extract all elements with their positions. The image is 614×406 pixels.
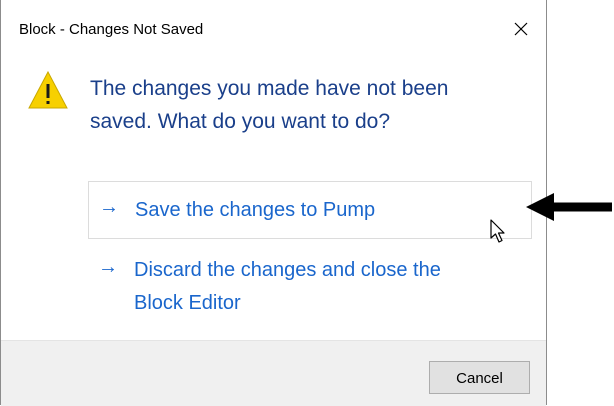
cancel-button[interactable]: Cancel [429, 361, 530, 394]
warning-icon [28, 70, 68, 109]
main-instruction: The changes you made have not been saved… [90, 72, 510, 138]
instruction-line-2: saved. What do you want to do? [90, 110, 391, 133]
save-changes-label: Save the changes to Pump [135, 199, 376, 221]
close-button[interactable] [506, 14, 536, 44]
discard-label-line-1: Discard the changes and close the [134, 259, 441, 281]
dialog-footer: Cancel [1, 340, 546, 406]
instruction-line-1: The changes you made have not been [90, 77, 449, 100]
mouse-cursor-icon [490, 219, 505, 243]
black-arrow-icon [526, 193, 612, 221]
title-bar: Block - Changes Not Saved [1, 0, 546, 52]
discard-label-line-2: Block Editor [134, 292, 241, 314]
window-title: Block - Changes Not Saved [19, 21, 204, 38]
discard-changes-command-link[interactable]: → Discard the changes and close the Bloc… [88, 250, 532, 322]
changes-not-saved-dialog: Block - Changes Not Saved The changes yo… [0, 0, 547, 406]
close-icon [514, 22, 528, 36]
discard-arrow-icon: → [98, 256, 118, 278]
save-changes-command-link[interactable]: → Save the changes to Pump [88, 181, 532, 239]
discard-changes-label: Discard the changes and close the Block … [134, 254, 441, 320]
save-arrow-icon: → [99, 196, 119, 218]
